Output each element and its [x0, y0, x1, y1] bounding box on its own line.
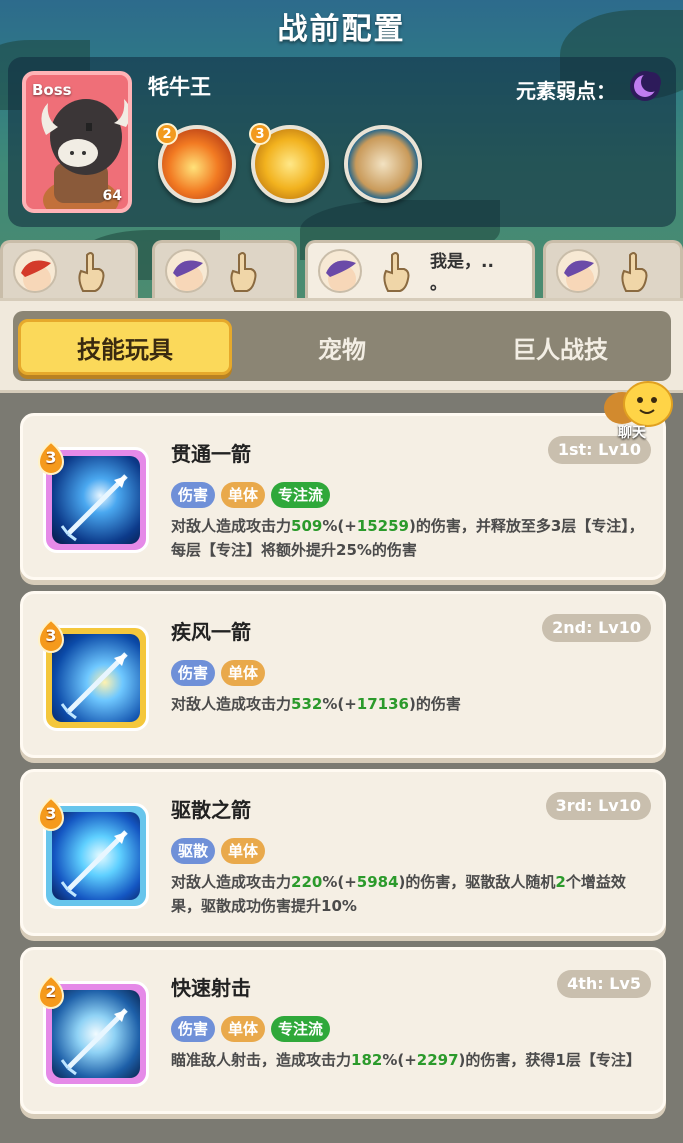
boss-tag: Boss: [32, 81, 72, 99]
skill-tag: 单体: [221, 660, 266, 686]
skill-card[interactable]: 3 驱散之箭 3rd: Lv10 驱散 单体对敌人造成攻击力220%(+5984)的伤害…: [20, 769, 666, 936]
purple-hair-hero-avatar: [556, 249, 600, 293]
skill-tags: 驱散 单体: [171, 838, 266, 864]
tap-hand-icon: [78, 252, 105, 292]
skill-tag: 单体: [221, 482, 266, 508]
skill-description: 对敌人造成攻击力532%(+17136)的伤害: [171, 695, 461, 713]
skill-star-level: 3: [45, 448, 57, 467]
skill-star-badge: 3: [37, 618, 65, 654]
skill-tag: 专注流: [271, 1016, 331, 1042]
skill-name: 驱散之箭: [171, 798, 251, 822]
skill-star-level: 3: [45, 626, 57, 645]
element-count: 2: [156, 123, 178, 145]
skill-description: 对敌人造成攻击力509%(+15259)的伤害，并释放至多3层【专注】，每层【专…: [171, 517, 644, 559]
page-title: 战前配置: [277, 12, 406, 47]
chat-label: 聊天: [618, 425, 646, 441]
red-hair-hero-avatar: [13, 249, 57, 293]
arrow-skill-icon: [52, 812, 140, 900]
party-slot[interactable]: [543, 240, 683, 298]
skill-name: 快速射击: [171, 976, 251, 1000]
skill-description: 瞄准敌人射击，造成攻击力182%(+2297)的伤害，获得1层【专注】: [171, 1051, 641, 1069]
skill-card[interactable]: 3 贯通一箭 1st: Lv10 伤害 单体 专注流 对敌人造成攻击力509%(+15259…: [20, 413, 666, 580]
skill-star-level: 3: [45, 804, 57, 823]
gold-ring-element-icon[interactable]: 3: [249, 123, 329, 203]
skill-star-badge: 3: [37, 796, 65, 832]
element-count: 3: [249, 123, 271, 145]
skill-slot-level: 4th: Lv5: [557, 970, 651, 998]
skill-slot-level: 2nd: Lv10: [542, 614, 651, 642]
skill-card[interactable]: 2 快速射击 4th: Lv5 伤害 单体 专注流瞄准敌人射击，造成攻击力182%(+22…: [20, 947, 666, 1114]
party-slot-selected[interactable]: 我是，.. 。: [305, 240, 535, 298]
tap-hand-icon: [621, 252, 648, 292]
tab-bar: 技能玩具 宠物 巨人战技: [13, 311, 671, 381]
chat-bubble-text: 我是，.. 。: [430, 252, 494, 294]
boss-level: 64: [102, 188, 122, 204]
skill-description: 对敌人造成攻击力220%(+5984)的伤害，驱散敌人随机2个增益效果，驱散成功…: [171, 873, 626, 915]
party-slot[interactable]: [0, 240, 138, 298]
skill-tag: 单体: [221, 838, 266, 864]
fire-element-icon[interactable]: 2: [156, 123, 236, 203]
boss-portrait[interactable]: Boss 64: [22, 71, 132, 213]
purple-hair-hero-avatar: [165, 249, 209, 293]
skill-tag: 伤害: [171, 482, 216, 508]
arrow-skill-icon: [52, 456, 140, 544]
skill-tags: 伤害 单体: [171, 660, 266, 686]
skill-slot-level: 3rd: Lv10: [545, 792, 651, 820]
skill-star-badge: 2: [37, 974, 65, 1010]
skill-tag: 驱散: [171, 838, 216, 864]
element-weakness-label: 元素弱点：: [516, 79, 616, 103]
skill-tags: 伤害 单体 专注流: [171, 1016, 331, 1042]
tap-hand-icon: [383, 252, 410, 292]
arrow-skill-icon: [52, 990, 140, 1078]
battle-scene-background: 战前配置 Boss 64 牦牛王 元素弱点： 2 3 我是，.. 。: [0, 0, 683, 300]
earth-rock-element-icon[interactable]: [344, 125, 422, 203]
skill-card[interactable]: 3 疾风一箭 2nd: Lv10 伤害 单体对敌人造成攻击力532%(+17136)的伤…: [20, 591, 666, 758]
skill-tag: 单体: [221, 1016, 266, 1042]
skill-name: 贯通一箭: [171, 442, 251, 466]
tap-hand-icon: [230, 252, 257, 292]
skill-star-level: 2: [45, 982, 57, 1001]
arrow-skill-icon: [52, 634, 140, 722]
tab-skill-toys[interactable]: 技能玩具: [18, 319, 232, 375]
skill-list[interactable]: 3 贯通一箭 1st: Lv10 伤害 单体 专注流 对敌人造成攻击力509%(+15259…: [0, 393, 683, 1143]
boss-name: 牦牛王: [148, 75, 211, 99]
skill-tags: 伤害 单体 专注流: [171, 482, 331, 508]
skill-star-badge: 3: [37, 440, 65, 476]
tabs-band: 技能玩具 宠物 巨人战技: [0, 298, 683, 393]
tab-pets[interactable]: 宠物: [235, 319, 449, 375]
skill-tag: 专注流: [271, 482, 331, 508]
skill-tag: 伤害: [171, 1016, 216, 1042]
skill-name: 疾风一箭: [171, 620, 251, 644]
moon-icon[interactable]: [628, 69, 662, 103]
skill-tag: 伤害: [171, 660, 216, 686]
boss-panel: Boss 64 牦牛王 元素弱点： 2 3: [8, 57, 676, 227]
party-slot[interactable]: [152, 240, 297, 298]
tab-giant-skills[interactable]: 巨人战技: [453, 319, 667, 375]
purple-hair-hero-avatar: [318, 249, 362, 293]
